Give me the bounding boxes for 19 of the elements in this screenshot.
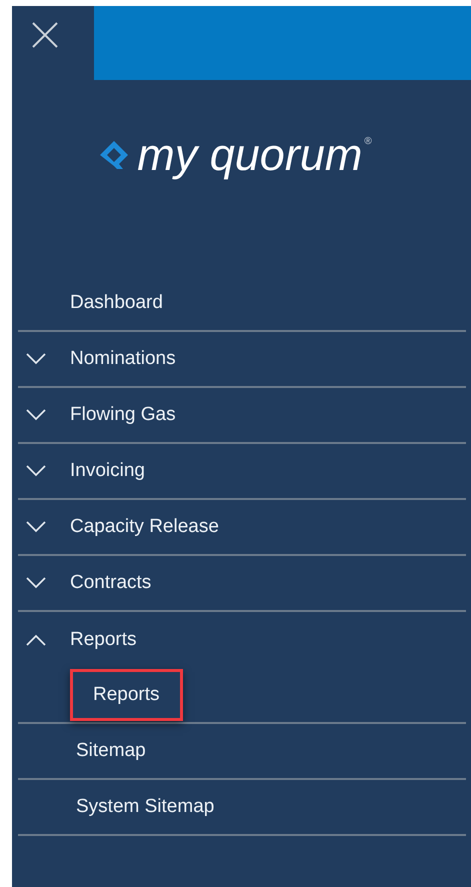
chevron-down-icon bbox=[26, 353, 46, 365]
registered-mark: ® bbox=[364, 136, 372, 147]
menu-group[interactable]: Nominations bbox=[18, 332, 176, 386]
chevron-down-icon bbox=[26, 465, 46, 477]
menu-item[interactable]: Dashboard bbox=[18, 276, 163, 330]
menu-group[interactable]: Capacity Release bbox=[18, 500, 219, 554]
close-icon bbox=[32, 22, 58, 48]
menu-group[interactable]: Invoicing bbox=[18, 444, 145, 498]
chevron-down-icon bbox=[26, 521, 46, 533]
menu-group[interactable]: Reports bbox=[18, 612, 137, 668]
chevron-down-icon bbox=[26, 409, 46, 421]
menu-group[interactable]: Contracts bbox=[18, 556, 152, 610]
submenu-item[interactable]: Sitemap bbox=[73, 725, 169, 777]
menu-group[interactable]: Flowing Gas bbox=[18, 388, 176, 442]
logo-text: my quorum bbox=[137, 132, 362, 177]
submenu-item[interactable]: Reports bbox=[70, 669, 183, 721]
submenu-item[interactable]: System Sitemap bbox=[73, 781, 238, 833]
chevron-up-icon bbox=[26, 634, 46, 646]
chevron-down-icon bbox=[26, 577, 46, 589]
